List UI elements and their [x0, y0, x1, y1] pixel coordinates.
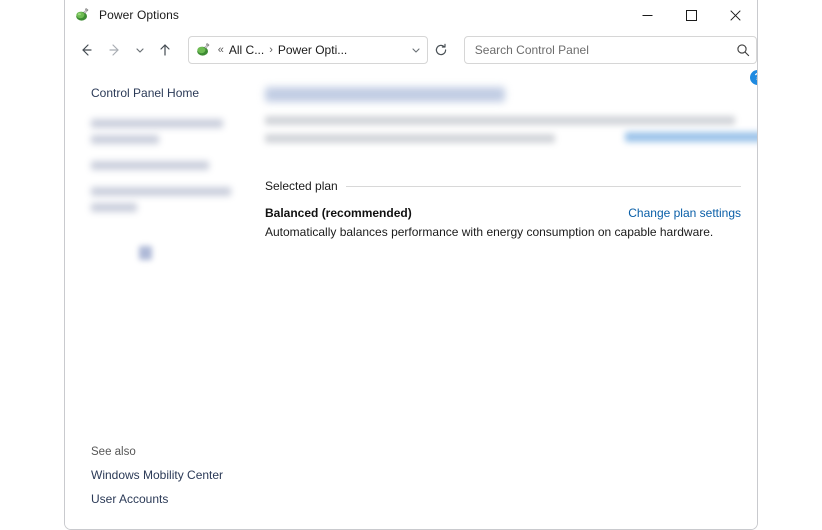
plan-description: Automatically balances performance with …: [265, 225, 741, 239]
breadcrumb-separator-icon: ›: [267, 44, 275, 56]
breadcrumb: « All C... › Power Opti...: [216, 41, 405, 59]
see-also-link-windows-mobility-center[interactable]: Windows Mobility Center: [91, 468, 223, 482]
maximize-button[interactable]: [669, 0, 713, 30]
sidebar-redacted-link-3[interactable]: [65, 187, 265, 212]
minimize-button[interactable]: [625, 0, 669, 30]
selected-plan-header: Selected plan: [265, 179, 741, 193]
window-title: Power Options: [99, 8, 179, 22]
shield-icon: [139, 246, 152, 260]
see-also-link-user-accounts[interactable]: User Accounts: [91, 492, 168, 506]
sidebar-item-control-panel-home[interactable]: Control Panel Home: [91, 84, 199, 102]
recent-locations-chevron-down-icon[interactable]: [129, 35, 150, 65]
address-chevron-down-icon[interactable]: [405, 38, 427, 62]
plan-name: Balanced (recommended): [265, 206, 412, 220]
plan-row: Balanced (recommended) Change plan setti…: [265, 206, 741, 220]
address-power-plug-icon: [195, 42, 211, 58]
refresh-icon[interactable]: [429, 36, 454, 64]
caption-buttons: [625, 0, 757, 30]
breadcrumb-item-all-control-panel-items[interactable]: All C...: [226, 41, 267, 59]
search-box[interactable]: [464, 36, 757, 64]
breadcrumb-overflow[interactable]: «: [216, 44, 226, 56]
section-divider: [346, 186, 741, 187]
content-area: Control Panel Home See also Windows Mobi…: [65, 70, 757, 530]
back-button[interactable]: [71, 35, 100, 65]
power-plug-icon: [74, 7, 90, 23]
forward-button[interactable]: [100, 35, 129, 65]
change-plan-settings-link[interactable]: Change plan settings: [628, 206, 741, 220]
search-icon[interactable]: [730, 43, 756, 57]
inline-link-redacted[interactable]: [625, 132, 758, 142]
sidebar-redacted-link-2[interactable]: [65, 161, 265, 170]
search-input[interactable]: [473, 42, 730, 58]
power-options-window: Power Options: [64, 0, 758, 530]
sidebar: Control Panel Home See also Windows Mobi…: [65, 70, 265, 530]
close-button[interactable]: [713, 0, 757, 30]
selected-plan-label: Selected plan: [265, 179, 338, 193]
address-bar[interactable]: « All C... › Power Opti...: [188, 36, 428, 64]
see-also-label: See also: [91, 446, 265, 458]
navigation-bar: « All C... › Power Opti...: [65, 30, 757, 70]
help-icon[interactable]: ?: [750, 70, 758, 85]
see-also-section: See also Windows Mobility Center User Ac…: [65, 446, 265, 516]
breadcrumb-item-power-options[interactable]: Power Opti...: [275, 41, 350, 59]
up-button[interactable]: [151, 35, 180, 65]
sidebar-redacted-link-1[interactable]: [65, 119, 265, 144]
main-pane: ? Selected plan Balanced (recommended) C…: [265, 70, 757, 530]
page-title-redacted: [265, 87, 505, 102]
title-bar: Power Options: [65, 0, 757, 30]
